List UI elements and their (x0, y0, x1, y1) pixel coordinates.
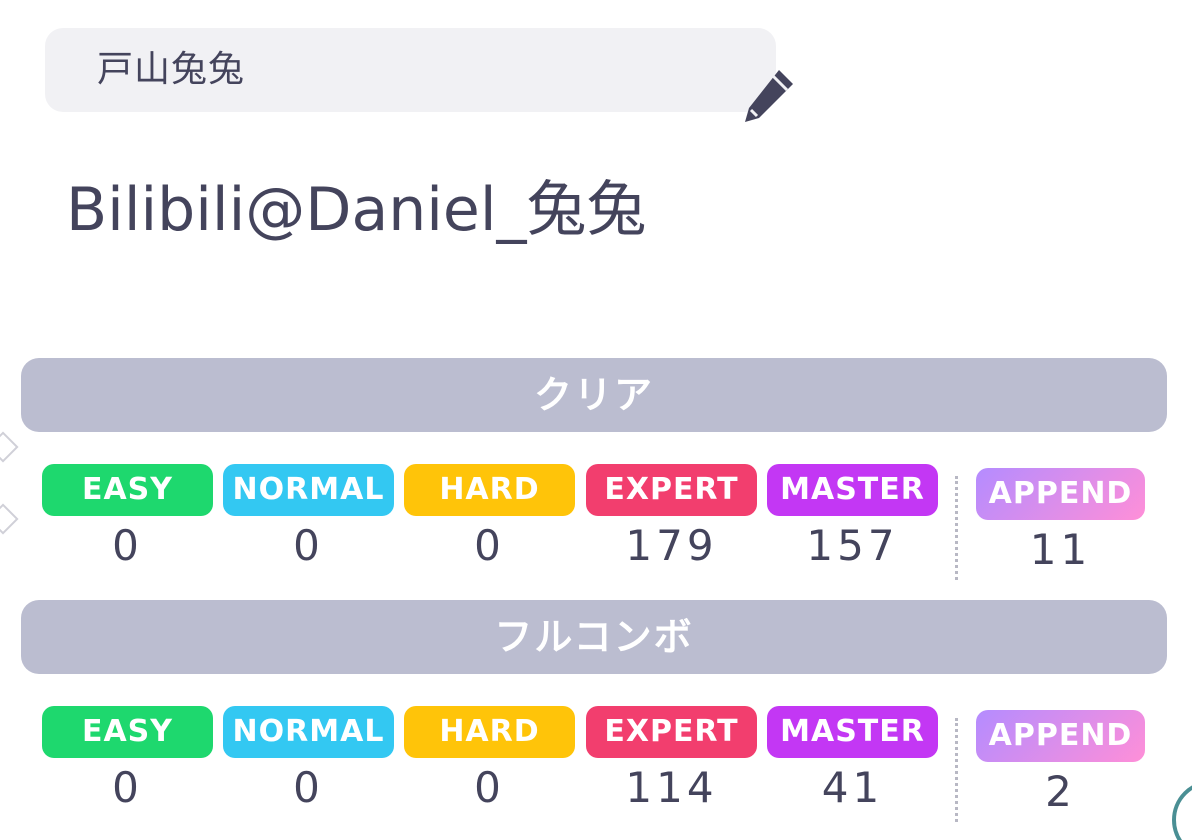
stat-hard: HARD 0 (404, 464, 575, 572)
difficulty-badge-easy: EASY (42, 706, 213, 758)
stat-hard: HARD 0 (404, 706, 575, 814)
stat-count: 0 (112, 763, 143, 812)
stat-normal: NORMAL 0 (223, 706, 394, 814)
player-name: 戸山兔兔 (97, 49, 246, 90)
append-divider (955, 718, 958, 822)
stat-count: 157 (806, 521, 899, 570)
difficulty-badge-normal: NORMAL (223, 706, 394, 758)
clear-stats-row: EASY 0 NORMAL 0 HARD 0 EXPERT 179 MASTER… (0, 464, 1192, 594)
stat-count: 0 (474, 521, 505, 570)
difficulty-badge-expert: EXPERT (586, 706, 757, 758)
append-divider (955, 476, 958, 580)
stat-count: 0 (293, 763, 324, 812)
pencil-icon[interactable] (739, 66, 799, 130)
profile-stats-page: 戸山兔兔 Bilibili@Daniel_兔兔 クリア EASY 0 NORMA… (0, 0, 1192, 840)
stat-count: 179 (625, 521, 718, 570)
edge-diamond-decoration (0, 431, 19, 463)
difficulty-badge-easy: EASY (42, 464, 213, 516)
section-header-clear: クリア (21, 358, 1167, 432)
stat-count: 0 (112, 521, 143, 570)
stat-append: APPEND 11 (976, 468, 1145, 576)
name-field[interactable]: 戸山兔兔 (45, 28, 793, 122)
stat-easy: EASY 0 (42, 464, 213, 572)
difficulty-badge-append: APPEND (976, 468, 1145, 520)
player-handle: Bilibili@Daniel_兔兔 (66, 175, 647, 245)
difficulty-badge-append: APPEND (976, 710, 1145, 762)
difficulty-badge-master: MASTER (767, 706, 938, 758)
difficulty-badge-hard: HARD (404, 464, 575, 516)
stat-count: 2 (1045, 767, 1076, 816)
stat-master: MASTER 157 (767, 464, 938, 572)
section-header-full-combo: フルコンボ (21, 600, 1167, 674)
full-combo-stats-row: EASY 0 NORMAL 0 HARD 0 EXPERT 114 MASTER… (0, 706, 1192, 836)
difficulty-badge-master: MASTER (767, 464, 938, 516)
stat-expert: EXPERT 114 (586, 706, 757, 814)
stat-normal: NORMAL 0 (223, 464, 394, 572)
stat-count: 0 (293, 521, 324, 570)
stat-count: 0 (474, 763, 505, 812)
stat-expert: EXPERT 179 (586, 464, 757, 572)
difficulty-badge-hard: HARD (404, 706, 575, 758)
stat-count: 41 (821, 763, 884, 812)
difficulty-badge-expert: EXPERT (586, 464, 757, 516)
stat-master: MASTER 41 (767, 706, 938, 814)
stat-count: 114 (625, 763, 718, 812)
stat-easy: EASY 0 (42, 706, 213, 814)
stat-append: APPEND 2 (976, 710, 1145, 818)
difficulty-badge-normal: NORMAL (223, 464, 394, 516)
stat-count: 11 (1029, 525, 1092, 574)
